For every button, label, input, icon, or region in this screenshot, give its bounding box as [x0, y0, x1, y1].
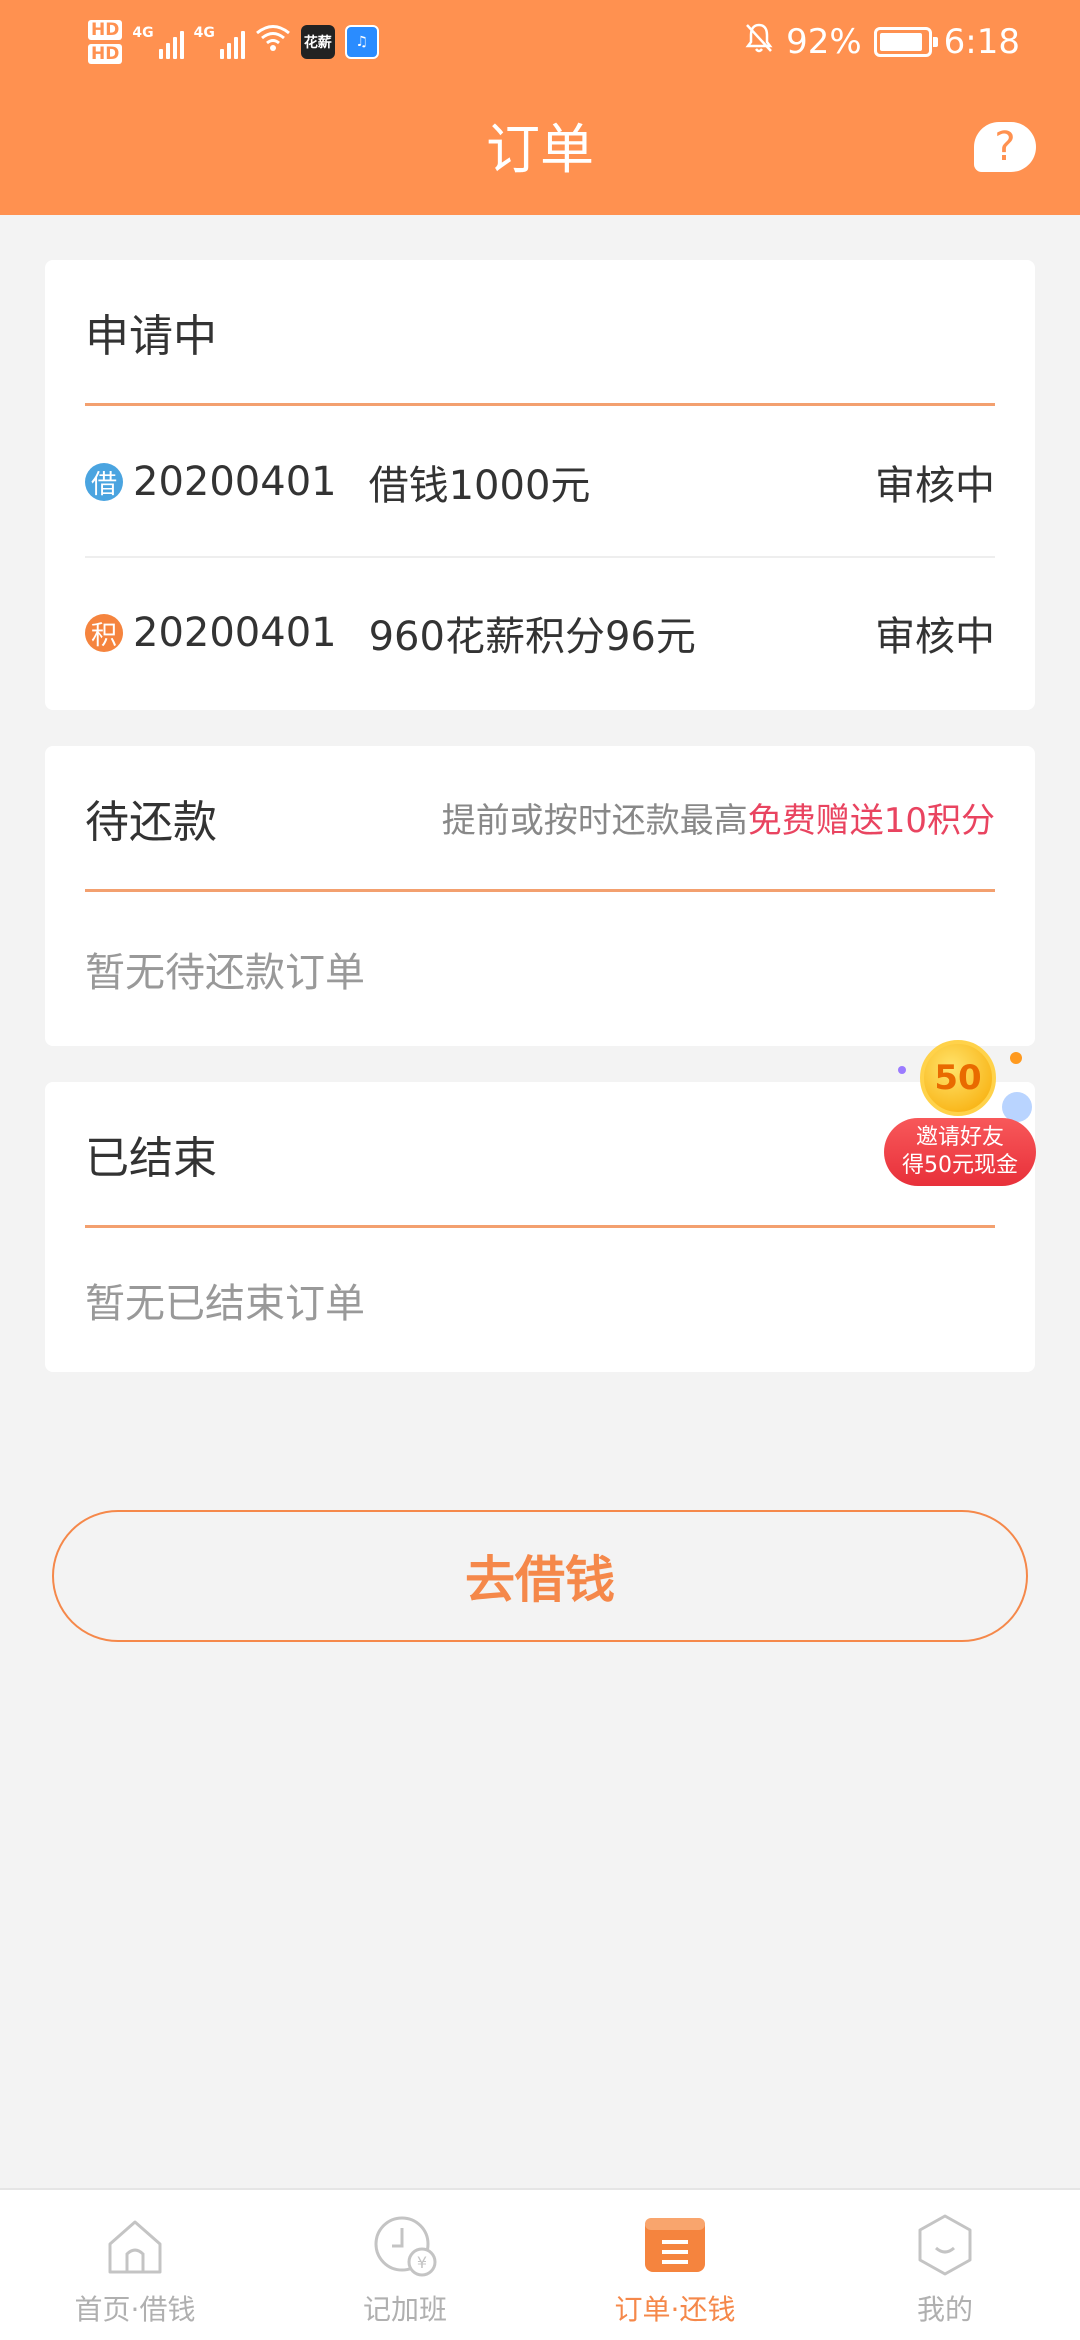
- order-number: 20200401: [133, 459, 337, 505]
- bottom-nav: 首页·借钱 ¥ 记加班 订单·还钱 我的: [0, 2188, 1080, 2340]
- repay-tip: 提前或按时还款最高免费赠送10积分: [442, 793, 995, 842]
- page-title: 订单: [486, 118, 594, 181]
- profile-icon: [918, 2214, 972, 2276]
- repay-tip-prefix: 提前或按时还款最高: [441, 801, 748, 841]
- order-status: 审核中: [875, 463, 995, 509]
- finished-empty-text: 暂无已结束订单: [85, 1281, 365, 1327]
- coin-icon: 50: [920, 1040, 996, 1116]
- status-right: 92% 6:18: [744, 12, 1020, 72]
- nav-overtime[interactable]: ¥ 记加班: [270, 2190, 540, 2340]
- nav-profile-label: 我的: [916, 2293, 973, 2326]
- pending-header: 待还款 提前或按时还款最高免费赠送10积分: [85, 746, 995, 892]
- pending-card: 待还款 提前或按时还款最高免费赠送10积分 暂无待还款订单: [45, 746, 1035, 1046]
- battery-fill: [879, 33, 922, 51]
- wifi-icon: [255, 24, 291, 60]
- repay-tip-highlight: 免费赠送10积分: [747, 801, 995, 841]
- applying-title: 申请中: [85, 310, 217, 362]
- invite-friends-float[interactable]: 50 邀请好友 得50元现金: [884, 1040, 1036, 1190]
- order-row[interactable]: 借 20200401 借钱1000元 审核中: [85, 408, 995, 558]
- points-badge-icon: 积: [85, 614, 123, 652]
- invite-label: 邀请好友 得50元现金: [884, 1118, 1036, 1186]
- order-description: 960花薪积分96元: [368, 614, 696, 660]
- hd-label-1: HD: [88, 20, 123, 40]
- orders-icon: [645, 2218, 705, 2272]
- order-number: 20200401: [133, 610, 337, 656]
- go-borrow-button[interactable]: 去借钱: [52, 1510, 1028, 1642]
- pending-title: 待还款: [85, 796, 217, 848]
- nav-home-label: 首页·借钱: [74, 2293, 196, 2326]
- clock-time: 6:18: [943, 22, 1020, 62]
- svg-text:¥: ¥: [417, 2253, 427, 2272]
- applying-header: 申请中: [85, 260, 995, 406]
- help-button[interactable]: ?: [974, 122, 1036, 172]
- nav-profile[interactable]: 我的: [810, 2190, 1080, 2340]
- huaxin-app-icon: 花薪: [300, 25, 335, 59]
- battery-icon: [873, 27, 938, 57]
- invite-line-2: 得50元现金: [902, 1153, 1018, 1178]
- invite-line-1: 邀请好友: [915, 1125, 1004, 1150]
- status-bar: HD HD 4G 4G 花薪 ♫ 92% 6:18: [0, 0, 1080, 80]
- app-header: HD HD 4G 4G 花薪 ♫ 92% 6:18 订单 ?: [0, 0, 1080, 215]
- home-icon: [108, 2220, 162, 2274]
- network-type-2: 4G: [193, 25, 215, 41]
- finished-header: 已结束: [85, 1082, 995, 1228]
- finished-title: 已结束: [85, 1132, 217, 1184]
- music-app-icon: ♫: [344, 25, 379, 59]
- nav-overtime-label: 记加班: [362, 2293, 447, 2326]
- borrow-badge-icon: 借: [85, 463, 123, 501]
- battery-percent: 92%: [786, 22, 862, 62]
- signal-icon-2: 4G: [194, 25, 245, 59]
- nav-home[interactable]: 首页·借钱: [0, 2190, 270, 2340]
- hd-label-2: HD: [88, 44, 123, 64]
- signal-icon-1: 4G: [132, 25, 184, 59]
- order-row[interactable]: 积 20200401 960花薪积分96元 审核中: [85, 558, 995, 708]
- sparkle-dot: [898, 1066, 906, 1074]
- sparkle-dot: [1010, 1052, 1022, 1064]
- pending-empty-text: 暂无待还款订单: [85, 950, 365, 996]
- network-type-1: 4G: [132, 25, 154, 41]
- hd-indicators: HD HD: [88, 18, 123, 66]
- nav-orders[interactable]: 订单·还钱: [540, 2190, 810, 2340]
- status-left: HD HD 4G 4G 花薪 ♫: [88, 12, 379, 72]
- nav-orders-label: 订单·还钱: [614, 2293, 736, 2326]
- clock-yen-icon: ¥: [374, 2216, 437, 2277]
- bell-muted-icon: [744, 22, 774, 62]
- applying-card: 申请中 借 20200401 借钱1000元 审核中 积 20200401 96…: [45, 260, 1035, 710]
- order-status: 审核中: [875, 614, 995, 660]
- order-description: 借钱1000元: [368, 463, 591, 509]
